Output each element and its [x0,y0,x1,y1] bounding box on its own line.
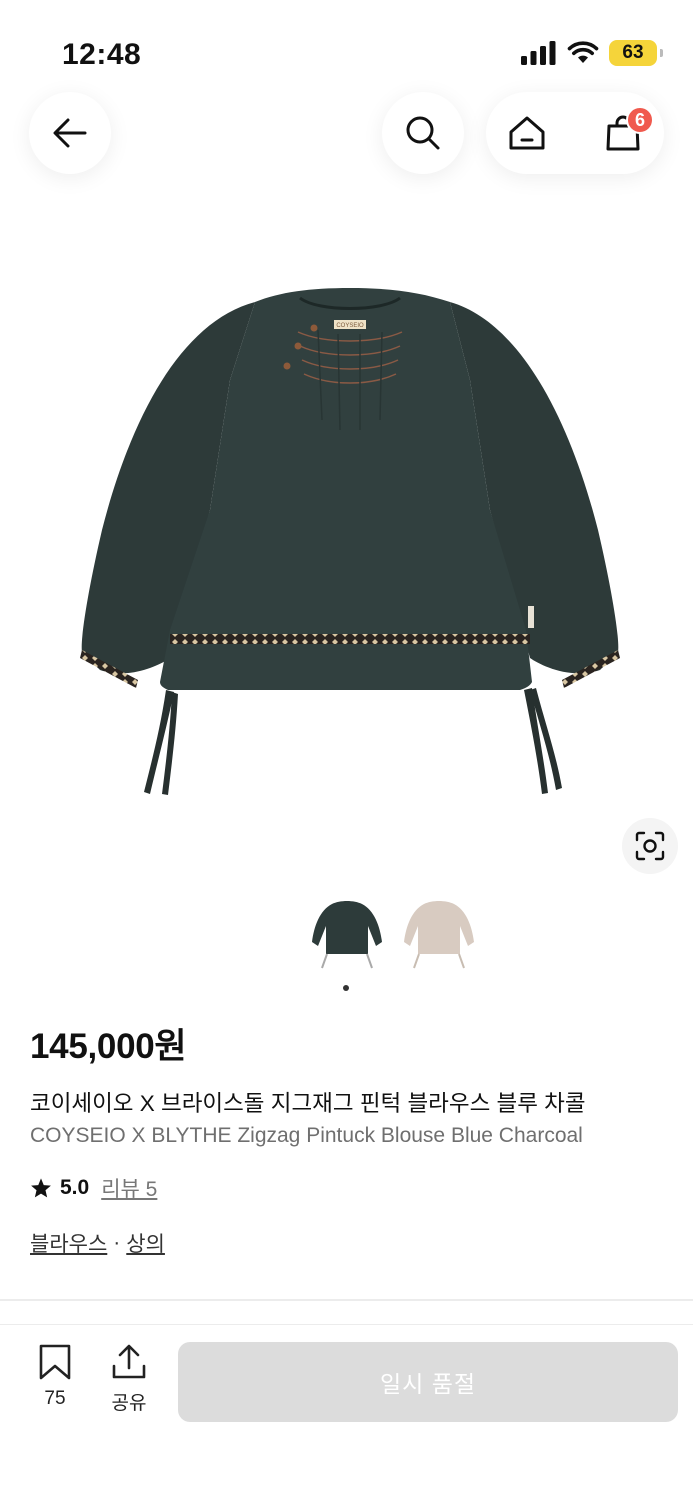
category-separator: · [113,1231,121,1254]
category-link-top[interactable]: 상의 [126,1228,165,1258]
arrow-left-icon [53,118,87,148]
share-icon [112,1344,146,1379]
star-icon [31,1178,51,1198]
rating-row: 5.0 리뷰 5 [30,1173,157,1203]
search-button[interactable] [382,92,464,174]
battery-indicator: 63 [609,40,663,66]
wifi-icon [567,41,599,63]
category-link-blouse[interactable]: 블라우스 [30,1228,107,1258]
home-icon [509,116,545,150]
cart-count-badge: 6 [626,106,654,134]
status-time: 12:48 [62,38,142,71]
bookmark-icon [39,1344,71,1380]
bookmark-count: 75 [44,1388,66,1409]
back-button[interactable] [29,92,111,174]
product-image[interactable]: COYSEIO [60,270,640,810]
share-button[interactable]: 공유 [103,1344,155,1415]
image-page-indicator [343,985,349,991]
battery-level: 63 [622,42,644,63]
product-name-en: COYSEIO X BLYTHE Zigzag Pintuck Blouse B… [30,1124,583,1147]
color-thumbnail[interactable] [402,896,476,976]
color-thumbnail[interactable] [310,896,384,976]
search-icon [406,116,440,150]
neck-label: COYSEIO [336,323,364,329]
sold-out-button[interactable]: 일시 품절 [178,1342,678,1422]
category-breadcrumb: 블라우스 · 상의 [30,1228,165,1258]
visual-search-button[interactable] [622,818,678,874]
home-button[interactable] [486,92,568,174]
section-divider [0,1299,693,1301]
status-icons: 63 [521,40,663,66]
cart-button[interactable] [582,92,664,174]
cellular-signal-icon [521,41,556,65]
scan-icon [635,831,665,861]
bottom-bar-divider [0,1324,693,1325]
product-price: 145,000원 [30,1027,187,1066]
share-label: 공유 [111,1393,147,1414]
rating-score: 5.0 [60,1176,90,1199]
review-link[interactable]: 리뷰 5 [101,1173,157,1203]
bookmark-button[interactable]: 75 [29,1344,81,1410]
product-name-ko: 코이세이오 X 브라이스돌 지그재그 핀턱 블라우스 블루 차콜 [30,1091,586,1116]
